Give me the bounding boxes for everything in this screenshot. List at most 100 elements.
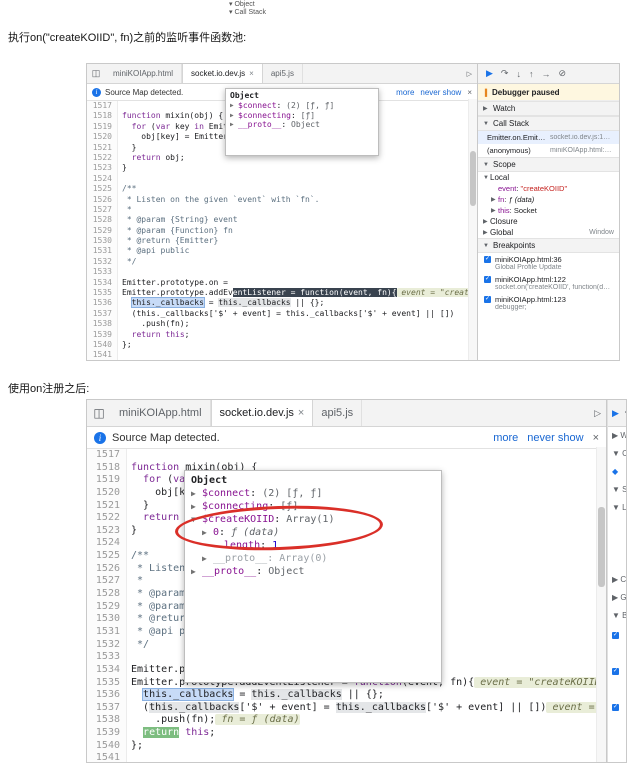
breakpoint-item[interactable]: ✓ miniKOIApp.html:36 Global Profile Update <box>478 253 619 273</box>
infobar-more-link[interactable]: more <box>493 432 518 444</box>
line-number[interactable]: 1528 <box>87 588 127 601</box>
panel-fragment[interactable]: ✓ <box>608 697 626 715</box>
step-out-icon[interactable]: ↑ <box>529 69 534 79</box>
line-number[interactable]: 1532 <box>87 638 127 652</box>
section-call-stack[interactable]: ▼ Call Stack <box>478 116 619 131</box>
popup-property-row[interactable]: ▶ __proto__: Array(0) <box>191 552 435 565</box>
line-number[interactable]: 1525 <box>87 550 127 563</box>
line-number[interactable]: 1540 <box>87 339 118 351</box>
step-icon[interactable]: → <box>541 69 550 79</box>
line-number[interactable]: 1522 <box>87 512 127 525</box>
popup-property-row[interactable]: ▶ __proto__: Object <box>230 120 374 130</box>
scope-row[interactable]: ▶ this: Socket <box>478 205 619 216</box>
panel-fragment[interactable]: ✓ <box>608 625 626 643</box>
infobar-never-show-link[interactable]: never show <box>527 432 583 444</box>
section-breakpoints[interactable]: ▼ Breakpoints <box>478 238 619 253</box>
breakpoint-checkbox[interactable]: ✓ <box>612 668 619 675</box>
line-number[interactable]: 1524 <box>87 173 118 185</box>
editor-scrollbar[interactable] <box>596 447 606 762</box>
line-number[interactable]: 1518 <box>87 111 118 122</box>
breakpoint-checkbox[interactable]: ✓ <box>484 256 491 263</box>
panel-fragment[interactable]: ▶ G <box>608 589 626 607</box>
line-number[interactable]: 1540 <box>87 739 127 753</box>
infobar-more-link[interactable]: more <box>396 88 414 97</box>
section-scope[interactable]: ▼ Scope <box>478 157 619 172</box>
line-number[interactable]: 1526 <box>87 562 127 576</box>
step-into-icon[interactable]: ↓ <box>516 69 521 79</box>
line-number[interactable]: 1521 <box>87 499 127 513</box>
expand-arrow-icon[interactable]: ▶ <box>230 120 238 130</box>
line-number[interactable]: 1523 <box>87 163 118 174</box>
line-number[interactable]: 1537 <box>87 701 127 715</box>
line-number[interactable]: 1536 <box>87 689 127 702</box>
popup-property-row[interactable]: ▶ $connecting: [ƒ] <box>230 111 374 121</box>
line-number[interactable]: 1534 <box>87 663 127 677</box>
panel-fragment[interactable]: ▼ S <box>608 481 626 499</box>
expand-arrow-icon[interactable]: ▶ <box>230 101 238 111</box>
tab-socket.io.dev.js[interactable]: socket.io.dev.js × <box>182 64 263 83</box>
section-watch[interactable]: ▶ Watch <box>478 101 619 116</box>
line-number[interactable]: 1520 <box>87 486 127 500</box>
panel-fragment[interactable]: ▼ C <box>608 445 626 463</box>
step-over-icon[interactable]: ↷ <box>625 408 626 419</box>
line-number[interactable]: 1538 <box>87 714 127 728</box>
line-number[interactable]: 1532 <box>87 256 118 268</box>
popup-property-row[interactable]: ▶ __proto__: Object <box>191 565 435 578</box>
line-number[interactable]: 1530 <box>87 236 118 247</box>
popup-property-row[interactable]: ▶ $connect: (2) [ƒ, ƒ] <box>230 101 374 111</box>
scope-row[interactable]: ▶ Global Window <box>478 227 619 238</box>
line-number[interactable]: 1527 <box>87 204 118 216</box>
infobar-close-icon[interactable]: × <box>593 432 599 444</box>
tab-overflow-icon[interactable]: ▷ <box>462 64 477 83</box>
line-number[interactable]: 1525 <box>87 184 118 195</box>
line-number[interactable]: 1521 <box>87 142 118 153</box>
panel-fragment[interactable]: ▼ B <box>608 607 626 625</box>
line-number[interactable]: 1531 <box>87 246 118 257</box>
line-number[interactable]: 1533 <box>87 267 118 278</box>
line-number[interactable]: 1541 <box>87 752 127 762</box>
line-number[interactable]: 1528 <box>87 215 118 226</box>
navigator-toggle-icon[interactable]: ◫ <box>87 400 111 426</box>
line-number[interactable]: 1529 <box>87 600 127 614</box>
line-number[interactable]: 1536 <box>87 298 118 309</box>
line-number[interactable]: 1527 <box>87 575 127 589</box>
line-number[interactable]: 1535 <box>87 676 127 690</box>
line-number[interactable]: 1533 <box>87 651 127 664</box>
line-number[interactable]: 1535 <box>87 288 118 299</box>
line-number[interactable]: 1538 <box>87 319 118 330</box>
line-number[interactable]: 1534 <box>87 277 118 289</box>
resume-icon[interactable]: ▶ <box>486 68 493 79</box>
breakpoint-checkbox[interactable]: ✓ <box>484 296 491 303</box>
expand-arrow-icon[interactable]: ▶ <box>191 500 202 513</box>
expand-arrow-icon[interactable]: ▶ <box>191 565 202 578</box>
breakpoint-checkbox[interactable]: ✓ <box>484 276 491 283</box>
line-number[interactable]: 1539 <box>87 727 127 740</box>
tab-miniKOIApp.html[interactable]: miniKOIApp.html <box>105 64 183 83</box>
line-number[interactable]: 1520 <box>87 132 118 143</box>
line-number[interactable]: 1541 <box>87 350 118 360</box>
tab-api5.js[interactable]: api5.js <box>263 64 303 83</box>
tab-close-icon[interactable]: × <box>249 69 254 78</box>
panel-fragment[interactable]: ▼ L <box>608 499 626 517</box>
line-number[interactable]: 1529 <box>87 225 118 237</box>
scope-row[interactable]: ▼ Local <box>478 172 619 183</box>
expand-arrow-icon[interactable]: ▶ <box>202 552 213 565</box>
expand-arrow-icon[interactable]: ▶ <box>191 487 202 500</box>
infobar-never-show-link[interactable]: never show <box>420 88 461 97</box>
deactivate-breakpoints-icon[interactable]: ⊘ <box>558 68 566 79</box>
tab-close-icon[interactable]: × <box>298 407 304 419</box>
tab-socket.io.dev.js[interactable]: socket.io.dev.js × <box>210 400 314 426</box>
tab-miniKOIApp.html[interactable]: miniKOIApp.html <box>111 400 211 426</box>
line-number[interactable]: 1519 <box>87 474 127 487</box>
line-number[interactable]: 1517 <box>87 101 118 112</box>
line-number[interactable]: 1526 <box>87 194 118 205</box>
breakpoint-item[interactable]: ✓ miniKOIApp.html:122 socket.on('createKOI… <box>478 273 619 293</box>
line-number[interactable]: 1537 <box>87 308 118 320</box>
tab-api5.js[interactable]: api5.js <box>313 400 363 426</box>
line-number[interactable]: 1524 <box>87 537 127 551</box>
resume-icon[interactable]: ▶ <box>612 408 619 419</box>
line-number[interactable]: 1522 <box>87 152 118 164</box>
panel-fragment[interactable]: ▶ C <box>608 571 626 589</box>
expand-arrow-icon[interactable]: ▶ <box>230 111 238 121</box>
line-number[interactable]: 1530 <box>87 613 127 626</box>
